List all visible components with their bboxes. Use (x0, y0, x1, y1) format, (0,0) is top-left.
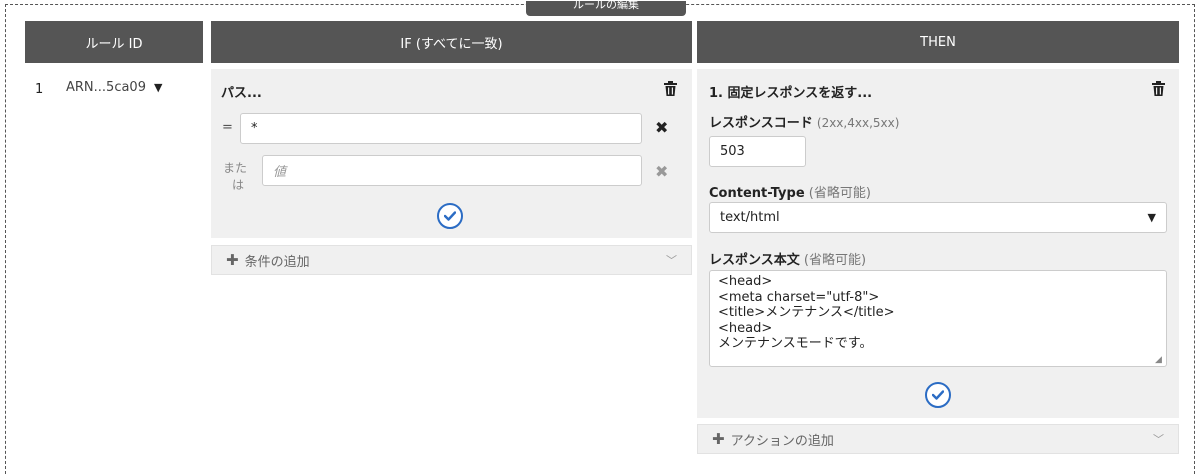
rule-number: 1 (35, 82, 44, 97)
check-icon (932, 390, 944, 400)
content-type-select[interactable]: text/html ▼ (709, 202, 1167, 233)
body-label: レスポンス本文 (709, 253, 800, 268)
path-value-input[interactable]: * (240, 113, 642, 144)
plus-icon: ✚ (226, 251, 239, 269)
equals-operator: = (222, 120, 233, 135)
remove-or-value-button[interactable]: ✖ (655, 162, 668, 181)
add-action-button[interactable]: ✚ アクションの追加 ﹀ (697, 424, 1179, 454)
add-condition-label: 条件の追加 (244, 254, 310, 270)
chevron-down-icon: ﹀ (666, 254, 677, 267)
plus-icon: ✚ (712, 430, 725, 448)
content-type-label-row: Content-Type (省略可能) (709, 182, 871, 201)
close-icon: ✖ (655, 118, 669, 137)
content-type-hint: (省略可能) (808, 186, 871, 201)
header-then: THEN (697, 21, 1179, 63)
delete-action-button[interactable] (1152, 81, 1165, 100)
header-if: IF (すべてに一致) (211, 21, 692, 63)
response-body-textarea[interactable]: <head> <meta charset="utf-8"> <title>メンテ… (709, 270, 1167, 367)
add-condition-button[interactable]: ✚ 条件の追加 ﹀ (211, 245, 692, 275)
header-rule-id: ルール ID (25, 21, 203, 63)
or-value-placeholder: 値 (273, 165, 287, 180)
rule-id-value: ARN...5ca09 (66, 80, 146, 95)
caret-down-icon: ▼ (1147, 211, 1156, 224)
rule-id-dropdown[interactable]: ARN...5ca09 ▼ (66, 80, 162, 95)
response-code-value: 503 (720, 144, 745, 159)
caret-down-icon: ▼ (153, 81, 163, 94)
action-title: 1. 固定レスポンスを返す... (709, 86, 873, 101)
chevron-down-icon: ﹀ (1153, 433, 1164, 446)
remove-value-button[interactable]: ✖ (655, 118, 668, 137)
or-label-line2: は (232, 178, 245, 192)
condition-title: パス... (221, 86, 262, 101)
rule-edit-legend: ルールの編集 (526, 1, 686, 16)
body-label-row: レスポンス本文 (省略可能) (709, 249, 866, 268)
response-code-label-row: レスポンスコード (2xx,4xx,5xx) (709, 112, 899, 131)
confirm-action-button[interactable] (925, 382, 951, 408)
add-action-label: アクションの追加 (730, 433, 834, 449)
or-value-input[interactable]: 値 (262, 155, 642, 186)
response-code-hint: (2xx,4xx,5xx) (816, 116, 900, 130)
content-type-label: Content-Type (709, 186, 805, 201)
response-code-input[interactable]: 503 (709, 136, 806, 167)
trash-icon (664, 81, 677, 96)
close-icon: ✖ (655, 162, 669, 181)
content-type-value: text/html (720, 210, 780, 225)
delete-condition-button[interactable] (664, 81, 677, 100)
resize-handle-icon[interactable]: ◢ (1155, 355, 1162, 365)
path-value-text: * (251, 121, 258, 136)
body-hint: (省略可能) (803, 253, 867, 268)
confirm-condition-button[interactable] (437, 203, 463, 229)
check-icon (444, 211, 456, 221)
or-label-line1: また (223, 161, 248, 175)
trash-icon (1152, 81, 1165, 96)
response-code-label: レスポンスコード (709, 116, 813, 131)
